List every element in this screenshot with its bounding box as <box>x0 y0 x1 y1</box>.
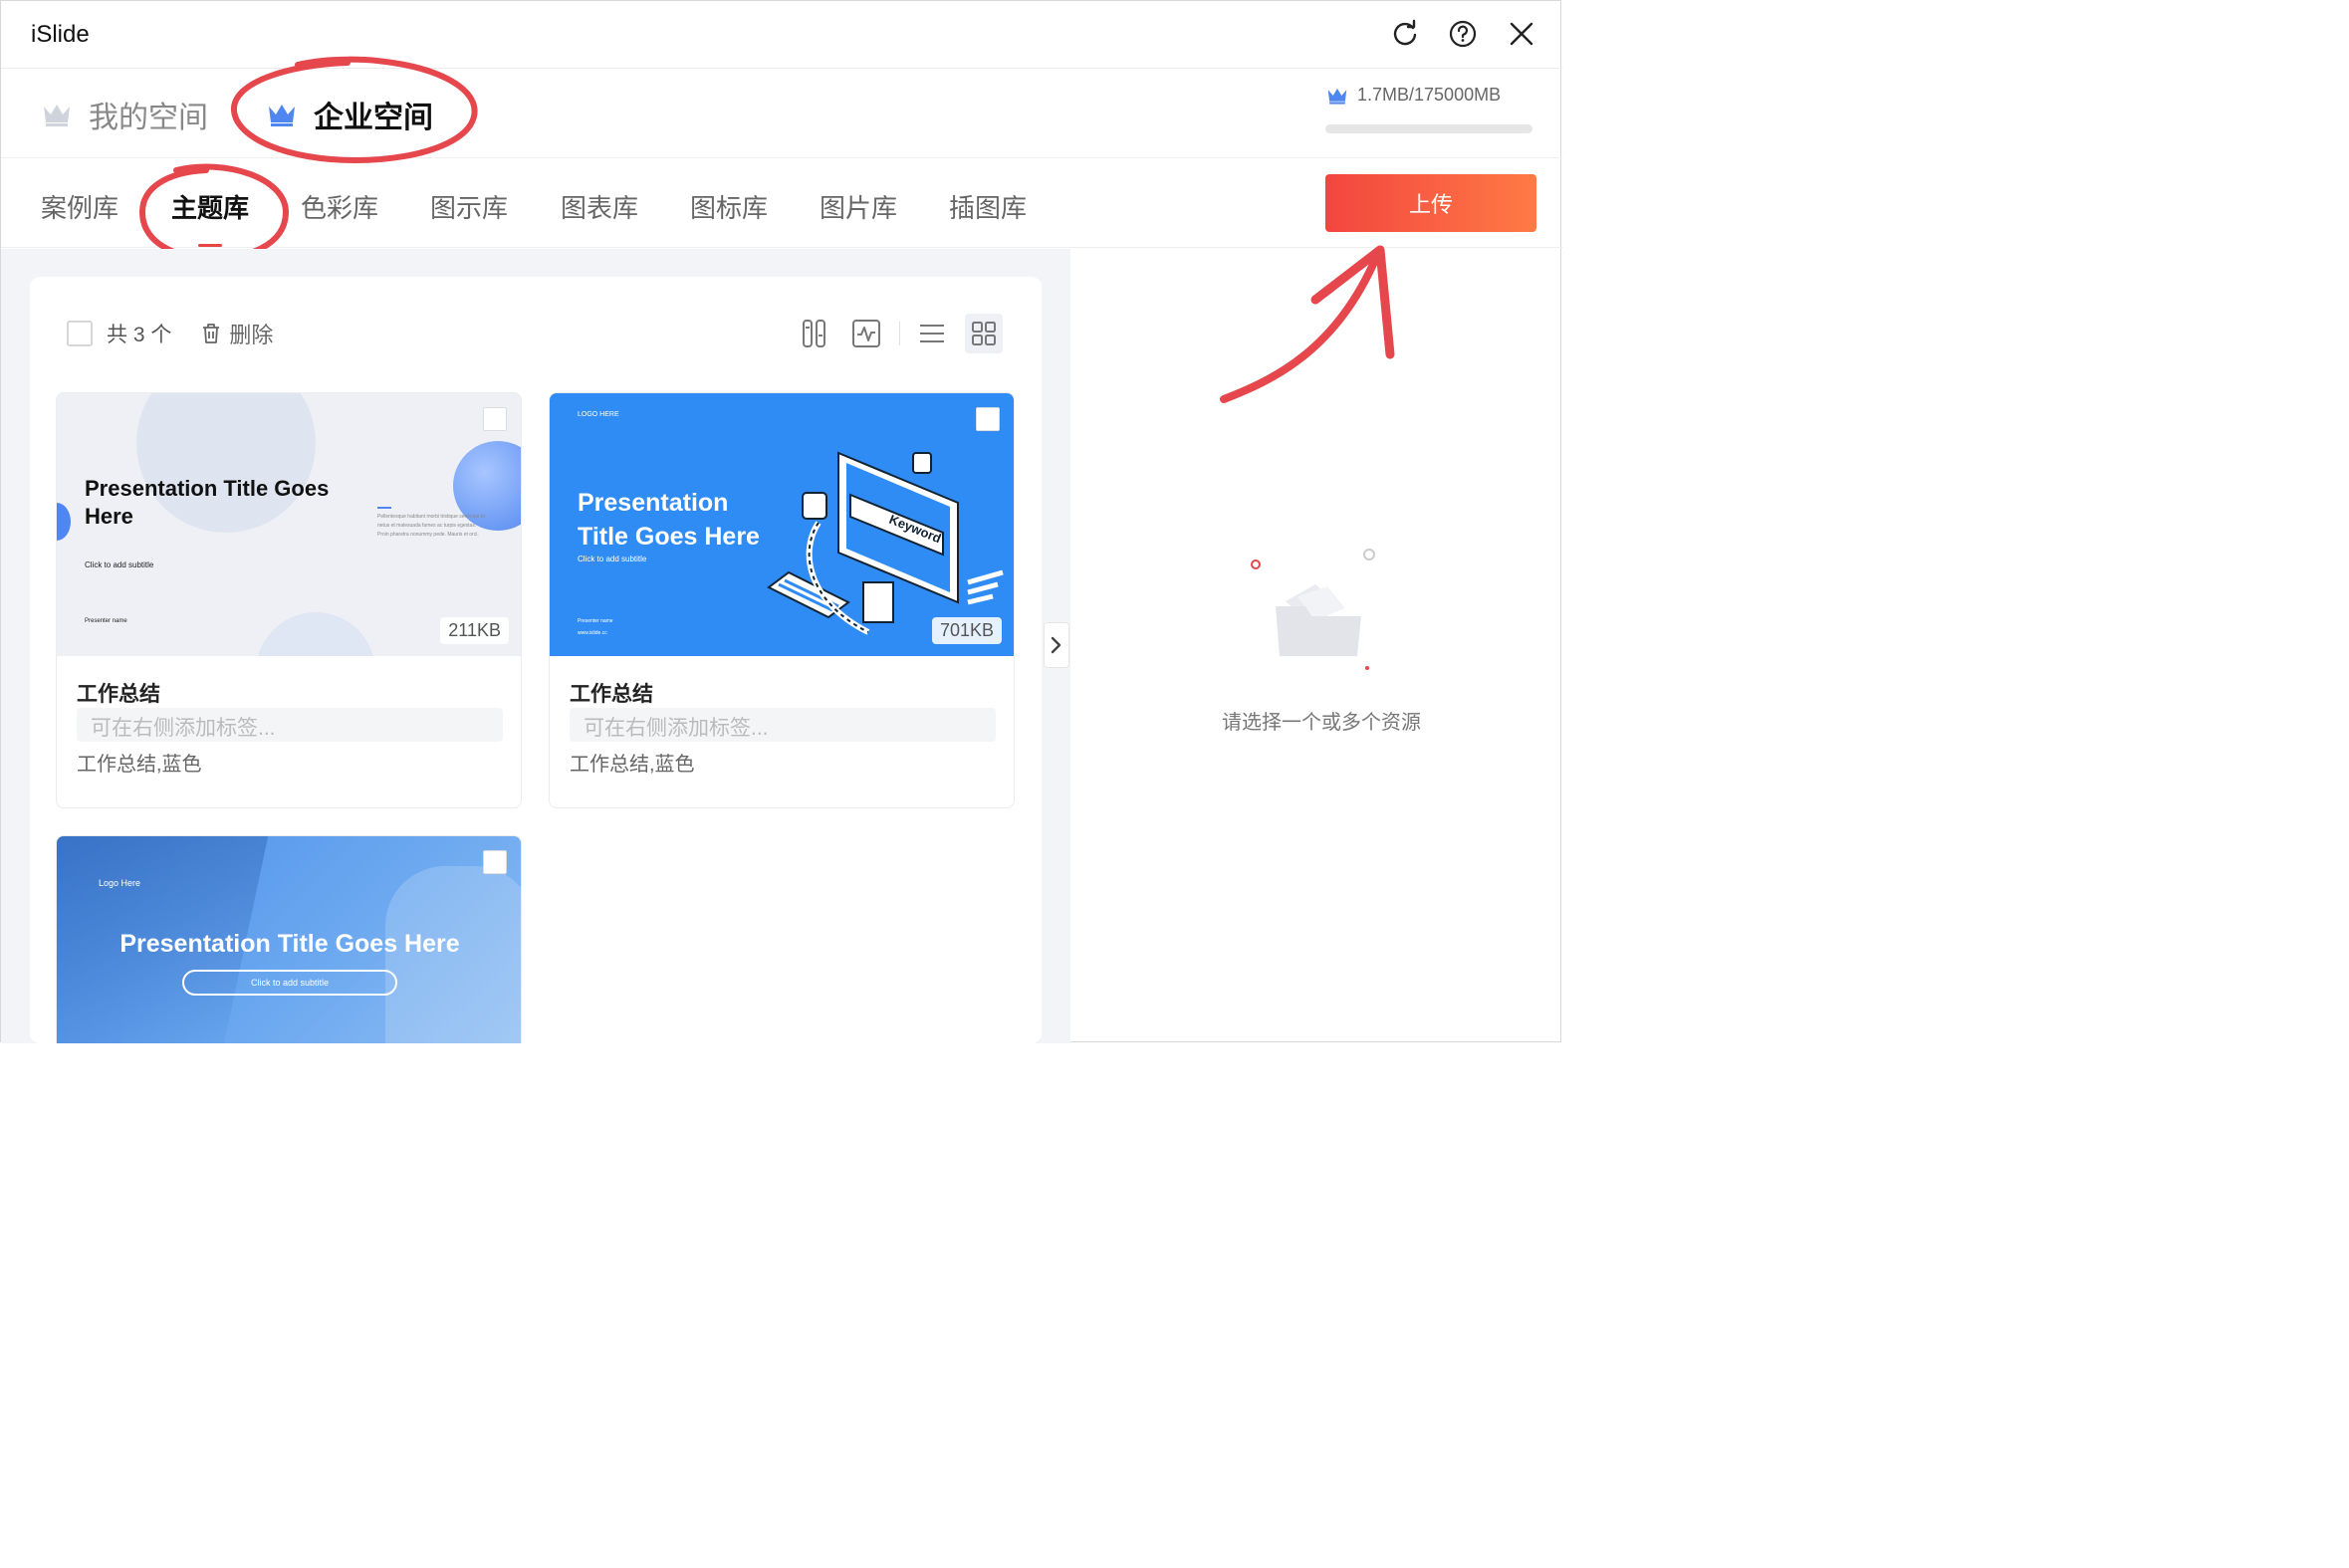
my-space-label: 我的空间 <box>89 102 208 134</box>
storage-quota: 1.7MB/175000MB <box>1325 85 1501 106</box>
computer-illustration: Keyword <box>767 451 1004 635</box>
tab-picture-library[interactable]: 图片库 <box>820 188 897 225</box>
thumb-url: www.islide.cc <box>578 630 607 636</box>
tab-icon-library[interactable]: 图标库 <box>690 188 768 225</box>
item-count: 共 3 个 <box>107 324 172 346</box>
expand-panel-button[interactable] <box>1044 622 1069 668</box>
help-icon[interactable] <box>1448 19 1478 49</box>
decor-circle <box>256 612 375 656</box>
tab-color-library[interactable]: 色彩库 <box>301 188 378 225</box>
app-title: iSlide <box>31 21 90 48</box>
delete-button[interactable]: 删除 <box>201 318 273 349</box>
card-keywords: 工作总结,蓝色 <box>77 754 202 776</box>
quota-text: 1.7MB/175000MB <box>1357 85 1502 105</box>
tab-diagram-library[interactable]: 图示库 <box>430 188 508 225</box>
delete-label: 删除 <box>229 323 274 347</box>
thumb-divider <box>377 507 391 509</box>
trash-icon <box>203 324 220 343</box>
empty-folder-icon <box>1251 549 1375 670</box>
card-checkbox[interactable] <box>976 407 1000 431</box>
card-keywords: 工作总结,蓝色 <box>570 754 695 776</box>
card-title: 工作总结 <box>570 683 653 706</box>
file-size-badge: 211KB <box>440 617 509 644</box>
thumb-logo: LOGO HERE <box>578 411 619 418</box>
thumb-presenter: Presenter name <box>578 618 613 624</box>
list-view-icon[interactable] <box>917 318 947 349</box>
select-all-checkbox[interactable] <box>67 321 93 346</box>
tab-my-space[interactable]: 我的空间 <box>41 93 208 136</box>
thumb-body: Pellentesque habitant morbi tristique se… <box>377 514 485 538</box>
thumb-heading: Presentation <box>578 489 729 517</box>
islide-window: iSlide 我的空间 企业空间 1.7MB/175000MB 案例库 主题库 … <box>0 0 1562 1043</box>
upload-button[interactable]: 上传 <box>1325 174 1536 232</box>
close-icon[interactable] <box>1507 19 1536 49</box>
thumb-subtitle: Click to add subtitle <box>85 560 154 569</box>
theme-thumbnail: Logo Here Presentation Title Goes Here C… <box>57 836 521 1043</box>
theme-card[interactable]: Logo Here Presentation Title Goes Here C… <box>56 835 522 1043</box>
thumb-subtitle: Click to add subtitle <box>182 970 397 996</box>
grid-view-icon[interactable] <box>969 318 999 349</box>
chevron-right-icon <box>1051 636 1061 654</box>
refresh-icon[interactable] <box>1390 19 1420 49</box>
tag-input[interactable]: 可在右侧添加标签... <box>77 708 503 742</box>
tab-illustration-library[interactable]: 插图库 <box>949 188 1027 225</box>
file-size-badge: 701KB <box>931 617 1002 644</box>
thumb-heading: Presentation Title Goes Here <box>119 930 460 958</box>
chart-view-icon[interactable] <box>851 318 881 349</box>
theme-card[interactable]: Presentation Title Goes Here Click to ad… <box>56 392 522 808</box>
list-toolbar: 共 3 个 删除 <box>67 318 273 349</box>
thumb-heading: Presentation Title Goes Here <box>85 476 330 529</box>
view-separator <box>899 322 900 345</box>
thumb-presenter: Presenter name <box>85 618 127 624</box>
theme-card[interactable]: LOGO HERE Presentation Title Goes Here C… <box>549 392 1015 808</box>
card-title: 工作总结 <box>77 683 160 706</box>
thumb-heading: Title Goes Here <box>578 523 760 551</box>
tab-case-library[interactable]: 案例库 <box>41 188 118 225</box>
space-bar: 我的空间 企业空间 1.7MB/175000MB <box>1 56 1562 164</box>
annotation-arrow <box>1220 245 1395 403</box>
decor-circle <box>57 503 71 541</box>
crown-icon <box>1327 88 1347 105</box>
empty-state-message: 请选择一个或多个资源 <box>1222 712 1421 734</box>
theme-thumbnail: Presentation Title Goes Here Click to ad… <box>57 393 521 656</box>
theme-thumbnail: LOGO HERE Presentation Title Goes Here C… <box>550 393 1014 656</box>
tag-input[interactable]: 可在右侧添加标签... <box>570 708 996 742</box>
card-checkbox[interactable] <box>483 407 507 431</box>
column-view-icon[interactable] <box>800 318 829 349</box>
thumb-subtitle: Click to add subtitle <box>578 555 647 563</box>
quota-progress-bar <box>1325 124 1532 133</box>
card-checkbox[interactable] <box>483 850 507 874</box>
tab-chart-library[interactable]: 图表库 <box>561 188 638 225</box>
crown-icon <box>44 105 70 126</box>
thumb-logo: Logo Here <box>99 878 141 888</box>
